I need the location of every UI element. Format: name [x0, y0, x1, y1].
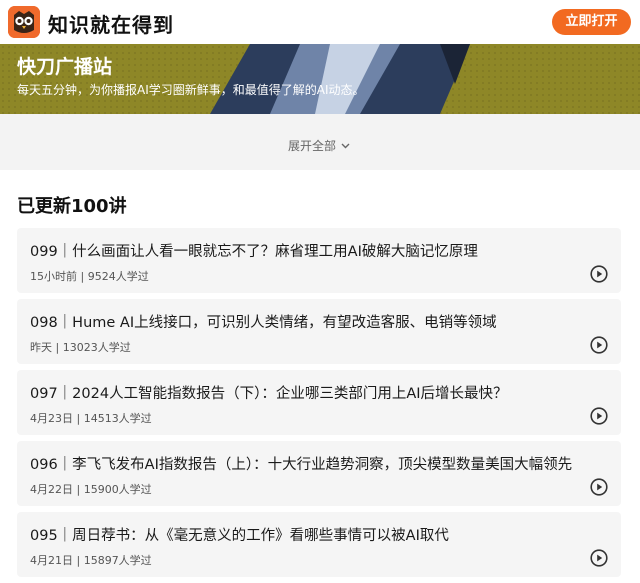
episode-title: 098｜Hume AI上线接口，可识别人类情绪，有望改造客服、电销等领域 — [30, 315, 497, 331]
episode-item[interactable]: 098｜Hume AI上线接口，可识别人类情绪，有望改造客服、电销等领域 昨天 … — [17, 299, 621, 364]
episode-meta: 4月23日 | 14513人学过 — [30, 412, 152, 425]
episode-title: 096｜李飞飞发布AI指数报告（上）：十大行业趋势洞察，顶尖模型数量美国大幅领先 — [30, 457, 573, 473]
brand-name: 知识就在得到 — [48, 13, 174, 37]
episode-meta: 4月21日 | 15897人学过 — [30, 554, 152, 567]
episode-meta: 昨天 | 13023人学过 — [30, 341, 131, 354]
episode-list: 099｜什么画面让人看一眼就忘不了？麻省理工用AI破解大脑记忆原理 15小时前 … — [17, 228, 621, 583]
episode-title: 097｜2024人工智能指数报告（下）：企业哪三类部门用上AI后增长最快？ — [30, 386, 508, 402]
chevron-down-icon — [341, 143, 350, 148]
owl-logo-icon[interactable] — [8, 6, 40, 38]
episode-item[interactable]: 095｜周日荐书：从《毫无意义的工作》看哪些事情可以被AI取代 4月21日 | … — [17, 512, 621, 577]
open-app-button[interactable]: 立即打开 — [552, 9, 631, 35]
episode-item[interactable]: 097｜2024人工智能指数报告（下）：企业哪三类部门用上AI后增长最快？ 4月… — [17, 370, 621, 435]
expand-bar: 展开全部 — [0, 114, 640, 170]
episode-title: 099｜什么画面让人看一眼就忘不了？麻省理工用AI破解大脑记忆原理 — [30, 244, 478, 260]
expand-all-button[interactable]: 展开全部 — [288, 137, 350, 154]
episode-meta: 4月22日 | 15900人学过 — [30, 483, 152, 496]
expand-all-label: 展开全部 — [288, 139, 337, 153]
banner-description: 每天五分钟，为你播报AI学习圈新鲜事，和最值得了解的AI动态。 — [17, 83, 365, 97]
play-icon[interactable] — [590, 549, 608, 567]
top-bar: 知识就在得到 立即打开 — [0, 0, 640, 44]
banner-title: 快刀广播站 — [17, 56, 113, 78]
episode-count-title: 已更新100讲 — [17, 196, 127, 217]
play-icon[interactable] — [590, 336, 608, 354]
episode-item[interactable]: 096｜李飞飞发布AI指数报告（上）：十大行业趋势洞察，顶尖模型数量美国大幅领先… — [17, 441, 621, 506]
course-banner: 快刀广播站 每天五分钟，为你播报AI学习圈新鲜事，和最值得了解的AI动态。 — [0, 44, 640, 114]
episode-title: 095｜周日荐书：从《毫无意义的工作》看哪些事情可以被AI取代 — [30, 528, 449, 544]
play-icon[interactable] — [590, 407, 608, 425]
play-icon[interactable] — [590, 265, 608, 283]
episode-meta: 15小时前 | 9524人学过 — [30, 270, 149, 283]
play-icon[interactable] — [590, 478, 608, 496]
episode-item[interactable]: 099｜什么画面让人看一眼就忘不了？麻省理工用AI破解大脑记忆原理 15小时前 … — [17, 228, 621, 293]
